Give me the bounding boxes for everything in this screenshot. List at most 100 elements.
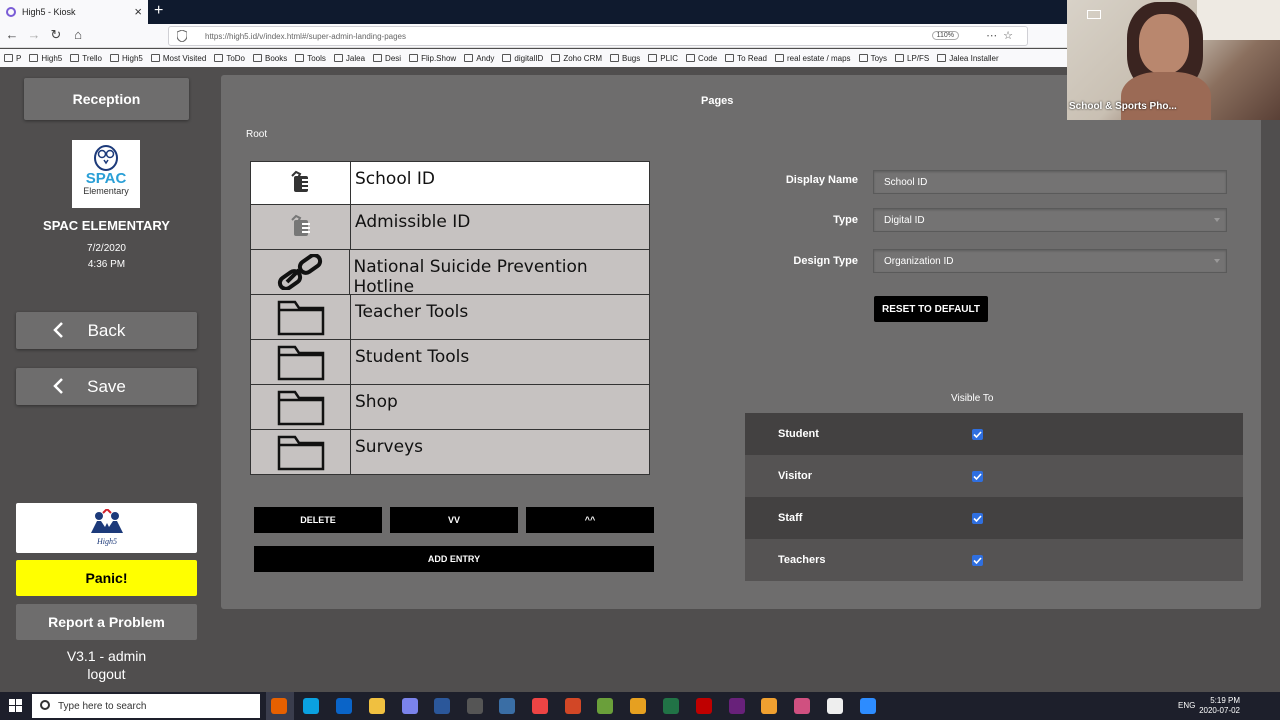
skype-icon[interactable] xyxy=(303,698,319,714)
visual-studio-icon[interactable] xyxy=(729,698,745,714)
bookmark-item[interactable]: Jalea Installer xyxy=(937,54,999,63)
browser-tab[interactable]: High5 - Kiosk × xyxy=(0,0,148,24)
page-entry-label: Shop xyxy=(355,392,398,412)
bookmark-item[interactable]: ToDo xyxy=(214,54,245,63)
word-icon[interactable] xyxy=(434,698,450,714)
filezilla-icon[interactable] xyxy=(696,698,712,714)
visible-to-row: Staff xyxy=(745,497,1243,539)
bookmark-item[interactable]: High5 xyxy=(109,54,143,63)
bookmarks-bar: P High5 Trello High5 Most Visited ToDo Books To… xyxy=(0,49,1068,67)
address-bar[interactable]: https://high5.id/v/index.html#/super-adm… xyxy=(168,26,1028,46)
back-button[interactable]: Back xyxy=(16,312,197,349)
firefox-icon[interactable] xyxy=(271,698,287,714)
favicon-icon xyxy=(6,7,16,17)
move-down-button[interactable]: VV xyxy=(390,507,518,533)
taskbar-search[interactable]: Type here to search xyxy=(32,694,260,718)
bookmark-item[interactable]: Jalea xyxy=(333,54,365,63)
folder-icon xyxy=(610,54,620,62)
windows-taskbar: Type here to search ENG 5:19 PM 2020-07-… xyxy=(0,692,1280,720)
zoom-level[interactable]: 110% xyxy=(931,31,959,40)
display-name-field[interactable]: School ID xyxy=(873,170,1227,194)
new-tab-icon[interactable]: + xyxy=(154,2,163,20)
bookmark-item[interactable]: Toys xyxy=(858,54,887,63)
windows-start-icon[interactable] xyxy=(9,699,22,712)
bookmark-item[interactable]: High5 xyxy=(29,54,62,63)
close-tab-icon[interactable]: × xyxy=(134,4,142,19)
webcam-face xyxy=(1139,14,1189,74)
bookmark-item[interactable]: Trello xyxy=(70,54,102,63)
check-icon xyxy=(973,430,982,438)
chrome-icon[interactable] xyxy=(532,698,548,714)
report-problem-button[interactable]: Report a Problem xyxy=(16,604,197,640)
reset-to-default-button[interactable]: RESET TO DEFAULT xyxy=(874,296,988,322)
powerpoint-icon[interactable] xyxy=(565,698,581,714)
visible-to-checkbox[interactable] xyxy=(972,512,983,524)
gear-icon[interactable] xyxy=(630,698,646,714)
visible-to-checkbox[interactable] xyxy=(972,470,983,482)
teams-icon[interactable] xyxy=(402,698,418,714)
folder-icon xyxy=(251,295,351,339)
snipping-icon[interactable] xyxy=(499,698,515,714)
bookmark-item[interactable]: Andy xyxy=(464,54,494,63)
bookmark-item[interactable]: Most Visited xyxy=(150,54,206,63)
page-actions-icon[interactable]: ⋯☆ xyxy=(986,29,1019,42)
excel-icon[interactable] xyxy=(663,698,679,714)
bookmark-item[interactable]: Code xyxy=(686,54,717,63)
bookmark-item[interactable]: digitalID xyxy=(502,54,543,63)
home-icon[interactable]: ⌂ xyxy=(70,27,86,42)
calculator-icon[interactable] xyxy=(467,698,483,714)
page-entry-row[interactable]: School ID xyxy=(250,161,650,205)
save-button[interactable]: Save xyxy=(16,368,197,405)
bookmark-item[interactable]: Bugs xyxy=(610,54,640,63)
design-type-select[interactable]: Organization ID xyxy=(873,249,1227,273)
search-icon xyxy=(40,700,50,710)
delete-button[interactable]: DELETE xyxy=(254,507,382,533)
outlook-icon[interactable] xyxy=(336,698,352,714)
breadcrumb[interactable]: Root xyxy=(246,129,267,140)
id-badge-icon xyxy=(251,205,351,249)
page-entry-row[interactable]: Student Tools xyxy=(250,340,650,385)
bookmark-item[interactable]: P xyxy=(4,54,21,63)
move-up-button[interactable]: ^^ xyxy=(526,507,654,533)
page-entry-row[interactable]: Surveys xyxy=(250,430,650,475)
bookmark-label: ToDo xyxy=(226,53,245,63)
webcam-wall xyxy=(1197,0,1280,40)
forward-arrow-icon[interactable]: → xyxy=(26,27,42,42)
bookmark-item[interactable]: real estate / maps xyxy=(774,54,851,63)
zoom-icon[interactable] xyxy=(860,698,876,714)
bookmark-item[interactable]: Books xyxy=(253,54,287,63)
visible-to-checkbox[interactable] xyxy=(972,554,983,566)
page-entry-row[interactable]: Teacher Tools xyxy=(250,295,650,340)
page-entry-row[interactable]: Admissible ID xyxy=(250,205,650,250)
bookmark-item[interactable]: To Read xyxy=(725,54,767,63)
type-select[interactable]: Digital ID xyxy=(873,208,1227,232)
reload-icon[interactable]: ↻ xyxy=(48,27,64,43)
bookmark-item[interactable]: Tools xyxy=(295,54,326,63)
page-entry-row[interactable]: National Suicide Prevention Hotline xyxy=(250,250,650,297)
bookmark-item[interactable]: Flip.Show xyxy=(409,54,456,63)
notepad-icon[interactable] xyxy=(597,698,613,714)
page-entry-row[interactable]: Shop xyxy=(250,385,650,430)
git-icon[interactable] xyxy=(761,698,777,714)
design-type-value: Organization ID xyxy=(884,255,954,267)
language-indicator[interactable]: ENG xyxy=(1178,701,1195,710)
bookmark-item[interactable]: LP/FS xyxy=(895,54,929,63)
page-entry-label: National Suicide Prevention Hotline xyxy=(353,257,588,297)
system-clock[interactable]: 5:19 PM 2020-07-02 xyxy=(1199,696,1240,716)
panic-button[interactable]: Panic! xyxy=(16,560,197,596)
visible-to-checkbox[interactable] xyxy=(972,428,983,440)
folder-icon xyxy=(214,54,224,62)
back-arrow-icon[interactable]: ← xyxy=(4,27,20,42)
logout-link[interactable]: logout xyxy=(0,666,213,682)
app-icon[interactable] xyxy=(794,698,810,714)
notes-icon[interactable] xyxy=(827,698,843,714)
reception-button[interactable]: Reception xyxy=(24,78,189,120)
file-explorer-icon[interactable] xyxy=(369,698,385,714)
bookmark-item[interactable]: Zoho CRM xyxy=(551,54,602,63)
type-label: Type xyxy=(833,214,858,226)
page-entry-label: Surveys xyxy=(355,437,423,457)
bookmark-item[interactable]: Desi xyxy=(373,54,401,63)
bookmark-item[interactable]: PLIC xyxy=(648,54,678,63)
add-entry-button[interactable]: ADD ENTRY xyxy=(254,546,654,572)
dropdown-caret-icon xyxy=(1214,218,1220,222)
